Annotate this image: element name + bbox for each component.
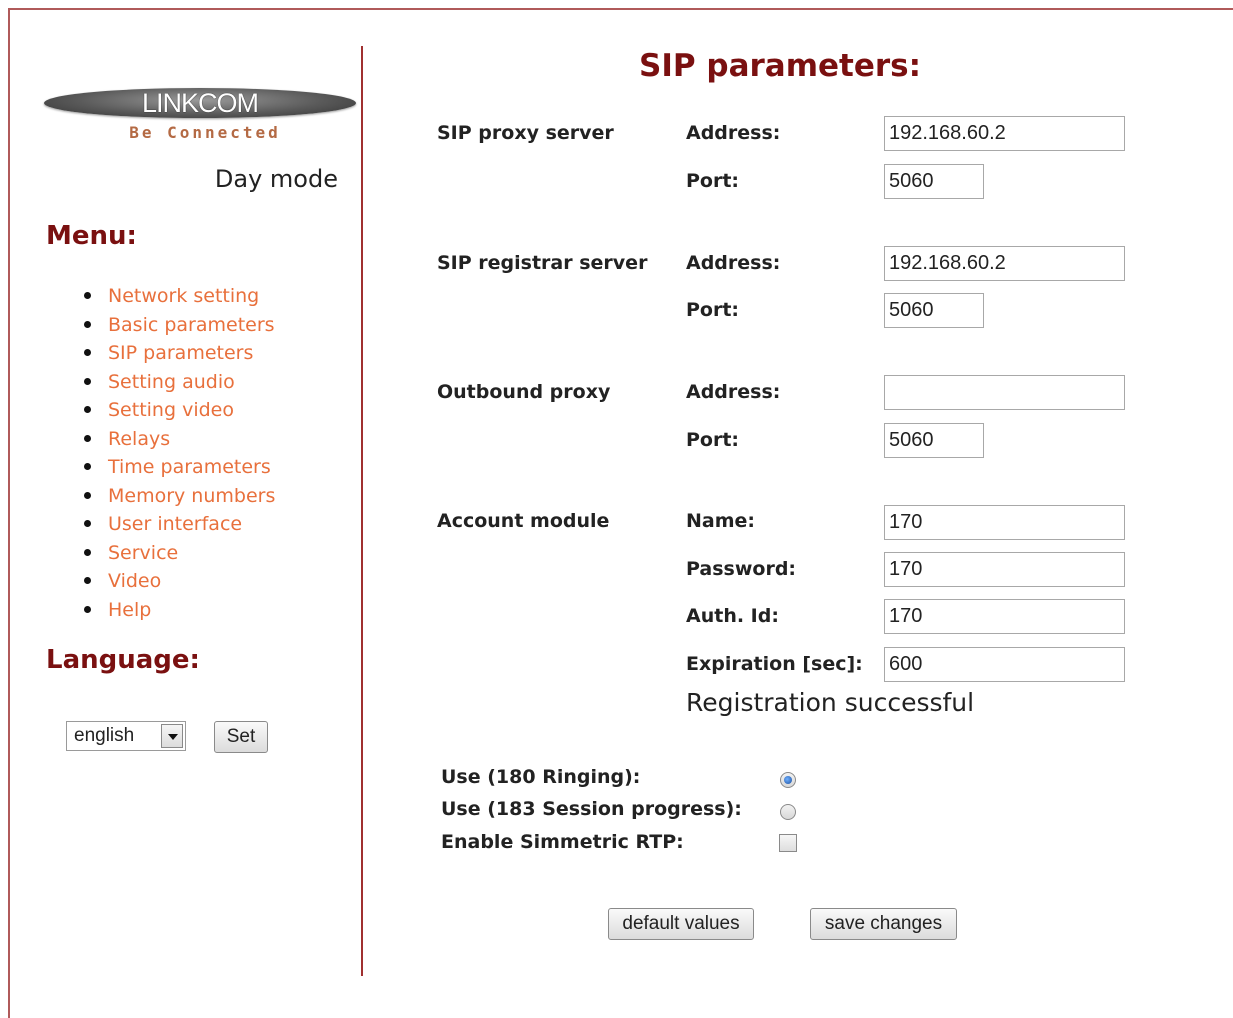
menu-item-setting-video[interactable]: Setting video (80, 396, 275, 425)
language-select[interactable]: english (66, 721, 186, 751)
outbound-address-input[interactable] (884, 375, 1125, 410)
chevron-down-icon[interactable] (161, 724, 183, 748)
language-heading: Language: (46, 645, 200, 675)
account-name-input[interactable]: 170 (884, 505, 1125, 540)
page-title: SIP parameters: (639, 48, 921, 84)
sidebar-divider (361, 46, 363, 976)
account-expiration-label: Expiration [sec]: (686, 653, 863, 675)
registrar-address-input[interactable]: 192.168.60.2 (884, 246, 1125, 281)
account-expiration-input[interactable]: 600 (884, 647, 1125, 682)
symmetric-rtp-checkbox[interactable] (779, 834, 797, 852)
session-183-radio[interactable] (780, 804, 796, 820)
account-section-label: Account module (437, 510, 610, 532)
account-password-input[interactable]: 170 (884, 552, 1125, 587)
logo-tagline: Be Connected (129, 123, 281, 142)
registrar-section-label: SIP registrar server (437, 252, 648, 274)
menu-heading: Menu: (46, 221, 137, 251)
menu-item-memory-numbers[interactable]: Memory numbers (80, 482, 275, 511)
account-password-label: Password: (686, 558, 797, 580)
menu-item-video[interactable]: Video (80, 567, 275, 596)
language-select-value: english (74, 725, 135, 746)
save-changes-button[interactable]: save changes (810, 908, 957, 940)
ringing-180-label: Use (180 Ringing): (441, 766, 641, 788)
default-values-button[interactable]: default values (608, 908, 754, 940)
registrar-port-label: Port: (686, 299, 740, 321)
set-language-button[interactable]: Set (214, 721, 268, 753)
registrar-port-input[interactable]: 5060 (884, 293, 984, 328)
menu-item-user-interface[interactable]: User interface (80, 510, 275, 539)
menu-item-network-setting[interactable]: Network setting (80, 282, 275, 311)
session-183-label: Use (183 Session progress): (441, 798, 742, 820)
proxy-port-label: Port: (686, 170, 740, 192)
registration-status: Registration successful (686, 688, 975, 717)
logo-text: LINKCOM (141, 88, 259, 118)
menu-item-setting-audio[interactable]: Setting audio (80, 368, 275, 397)
account-auth-id-label: Auth. Id: (686, 605, 779, 627)
menu-item-sip-parameters[interactable]: SIP parameters (80, 339, 275, 368)
menu-item-service[interactable]: Service (80, 539, 275, 568)
menu-item-time-parameters[interactable]: Time parameters (80, 453, 275, 482)
proxy-address-input[interactable]: 192.168.60.2 (884, 116, 1125, 151)
outbound-port-input[interactable]: 5060 (884, 423, 984, 458)
registrar-address-label: Address: (686, 252, 781, 274)
menu-item-basic-parameters[interactable]: Basic parameters (80, 311, 275, 340)
day-mode-label: Day mode (214, 165, 338, 193)
account-auth-id-input[interactable]: 170 (884, 599, 1125, 634)
proxy-address-label: Address: (686, 122, 781, 144)
linkcom-logo: LINKCOM Be Connected (44, 88, 356, 148)
outbound-section-label: Outbound proxy (437, 381, 611, 403)
symmetric-rtp-label: Enable Simmetric RTP: (441, 831, 684, 853)
menu-list: Network setting Basic parameters SIP par… (80, 282, 275, 624)
outbound-address-label: Address: (686, 381, 781, 403)
menu-item-help[interactable]: Help (80, 596, 275, 625)
ringing-180-radio[interactable] (780, 772, 796, 788)
menu-item-relays[interactable]: Relays (80, 425, 275, 454)
proxy-port-input[interactable]: 5060 (884, 164, 984, 199)
proxy-section-label: SIP proxy server (437, 122, 614, 144)
account-name-label: Name: (686, 510, 756, 532)
outbound-port-label: Port: (686, 429, 740, 451)
